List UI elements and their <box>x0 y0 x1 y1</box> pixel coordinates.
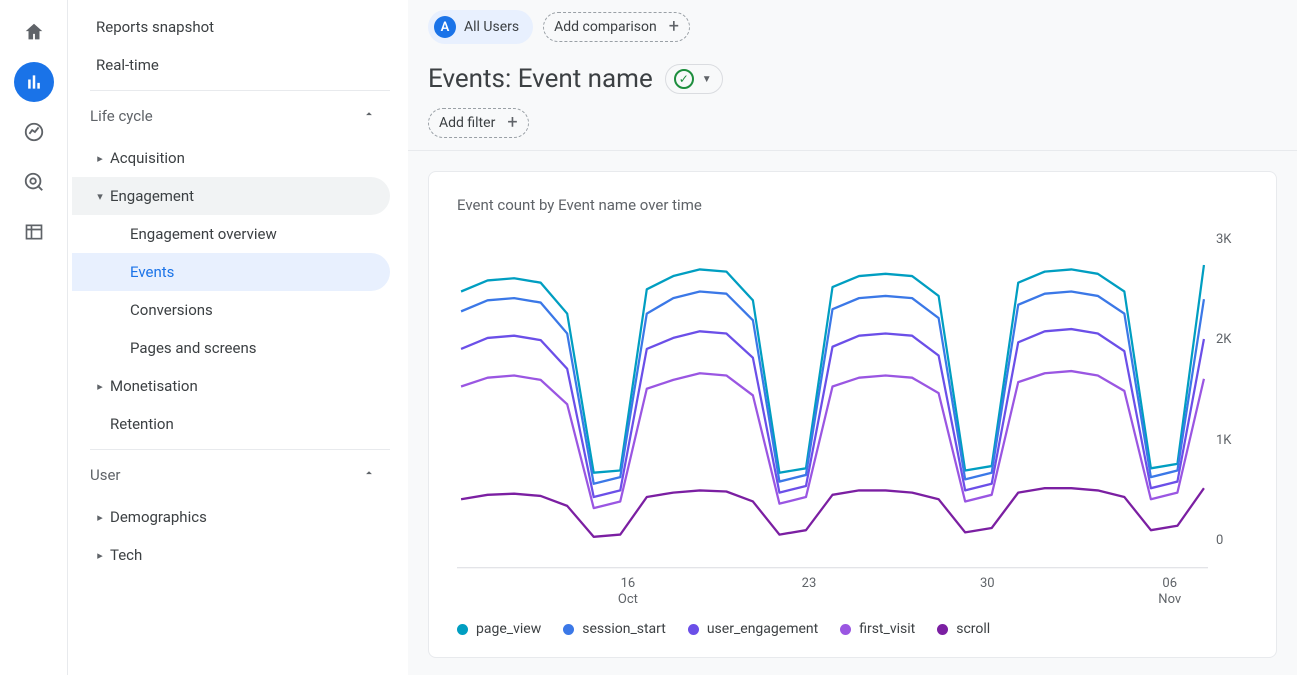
nav-reports-snapshot[interactable]: Reports snapshot <box>72 8 390 46</box>
caret-right-icon: ▸ <box>90 549 110 562</box>
legend-label: scroll <box>956 621 990 637</box>
legend-item-scroll[interactable]: scroll <box>937 621 990 637</box>
nav-item-engagement[interactable]: ▾ Engagement <box>72 177 390 215</box>
y-tick: 1K <box>1216 433 1248 448</box>
chart-card: Event count by Event name over time 3K 2… <box>428 171 1277 658</box>
segment-label: All Users <box>464 19 519 35</box>
nav-group-label: User <box>90 466 121 484</box>
x-tick: 23 <box>802 576 817 607</box>
nav-item-label: Demographics <box>110 508 207 526</box>
caret-right-icon: ▸ <box>90 511 110 524</box>
swatch-icon <box>840 624 851 635</box>
legend-label: page_view <box>476 621 541 637</box>
status-dropdown[interactable]: ✓ ▼ <box>665 64 723 94</box>
nav-subitem-conversions[interactable]: Conversions <box>72 291 390 329</box>
x-tick: 30 <box>980 576 995 607</box>
nav-item-label: Acquisition <box>110 149 185 167</box>
chevron-up-icon <box>362 466 376 484</box>
nav-item-label: Tech <box>110 546 142 564</box>
chevron-up-icon <box>362 107 376 125</box>
swatch-icon <box>688 624 699 635</box>
y-tick: 2K <box>1216 332 1248 347</box>
legend-label: first_visit <box>859 621 915 637</box>
segment-chip[interactable]: A All Users <box>428 10 533 44</box>
legend-label: session_start <box>582 621 666 637</box>
chart-legend: page_view session_start user_engagement fir… <box>457 621 1248 637</box>
check-circle-icon: ✓ <box>674 69 694 89</box>
add-comparison-button[interactable]: Add comparison + <box>543 12 690 42</box>
caret-right-icon: ▸ <box>90 380 110 393</box>
swatch-icon <box>937 624 948 635</box>
nav-item-label: Monetisation <box>110 377 198 395</box>
line-chart[interactable] <box>457 232 1208 572</box>
nav-item-tech[interactable]: ▸ Tech <box>72 536 390 574</box>
nav-subitem-events[interactable]: Events <box>72 253 390 291</box>
swatch-icon <box>457 624 468 635</box>
x-tick: 06Nov <box>1158 576 1181 607</box>
legend-item-user_engagement[interactable]: user_engagement <box>688 621 818 637</box>
x-axis: 16Oct 23 30 06Nov <box>457 572 1248 607</box>
y-tick: 0 <box>1216 533 1248 548</box>
advertising-icon[interactable] <box>14 162 54 202</box>
explore-icon[interactable] <box>14 112 54 152</box>
chart-title: Event count by Event name over time <box>457 196 1248 214</box>
swatch-icon <box>563 624 574 635</box>
chart-series-scroll[interactable] <box>461 488 1204 537</box>
add-filter-label: Add filter <box>439 115 495 131</box>
caret-right-icon: ▸ <box>90 152 110 165</box>
nav-item-demographics[interactable]: ▸ Demographics <box>72 498 390 536</box>
legend-label: user_engagement <box>707 621 818 637</box>
y-tick: 3K <box>1216 232 1248 247</box>
legend-item-page_view[interactable]: page_view <box>457 621 541 637</box>
nav-item-retention[interactable]: Retention <box>72 405 390 443</box>
nav-group-life-cycle[interactable]: Life cycle <box>72 93 390 139</box>
page-title: Events: Event name <box>428 64 653 94</box>
main-content: A All Users Add comparison + Events: Eve… <box>408 0 1297 675</box>
nav-divider <box>90 90 390 91</box>
nav-item-label: Retention <box>110 415 174 433</box>
caret-down-icon: ▾ <box>90 190 110 203</box>
configure-icon[interactable] <box>14 212 54 252</box>
chevron-down-icon: ▼ <box>702 74 712 85</box>
nav-subitem-engagement-overview[interactable]: Engagement overview <box>72 215 390 253</box>
nav-divider <box>90 449 390 450</box>
nav-item-monetisation[interactable]: ▸ Monetisation <box>72 367 390 405</box>
add-comparison-label: Add comparison <box>554 19 657 35</box>
y-axis: 3K 2K 1K 0 <box>1208 232 1248 572</box>
report-header: A All Users Add comparison + Events: Eve… <box>408 0 1297 151</box>
chart-series-user_engagement[interactable] <box>461 329 1204 497</box>
home-icon[interactable] <box>14 12 54 52</box>
nav-group-user[interactable]: User <box>72 452 390 498</box>
nav-item-acquisition[interactable]: ▸ Acquisition <box>72 139 390 177</box>
nav-subitem-pages-screens[interactable]: Pages and screens <box>72 329 390 367</box>
legend-item-session_start[interactable]: session_start <box>563 621 666 637</box>
legend-item-first_visit[interactable]: first_visit <box>840 621 915 637</box>
nav-real-time[interactable]: Real-time <box>72 46 390 84</box>
nav-group-label: Life cycle <box>90 107 153 125</box>
segment-badge: A <box>434 16 456 38</box>
add-filter-button[interactable]: Add filter + <box>428 108 529 138</box>
x-tick: 16Oct <box>618 576 638 607</box>
nav-item-label: Engagement <box>110 187 194 205</box>
left-nav-rail <box>0 0 68 675</box>
reports-icon[interactable] <box>14 62 54 102</box>
side-nav: Reports snapshot Real-time Life cycle ▸ … <box>68 0 408 675</box>
